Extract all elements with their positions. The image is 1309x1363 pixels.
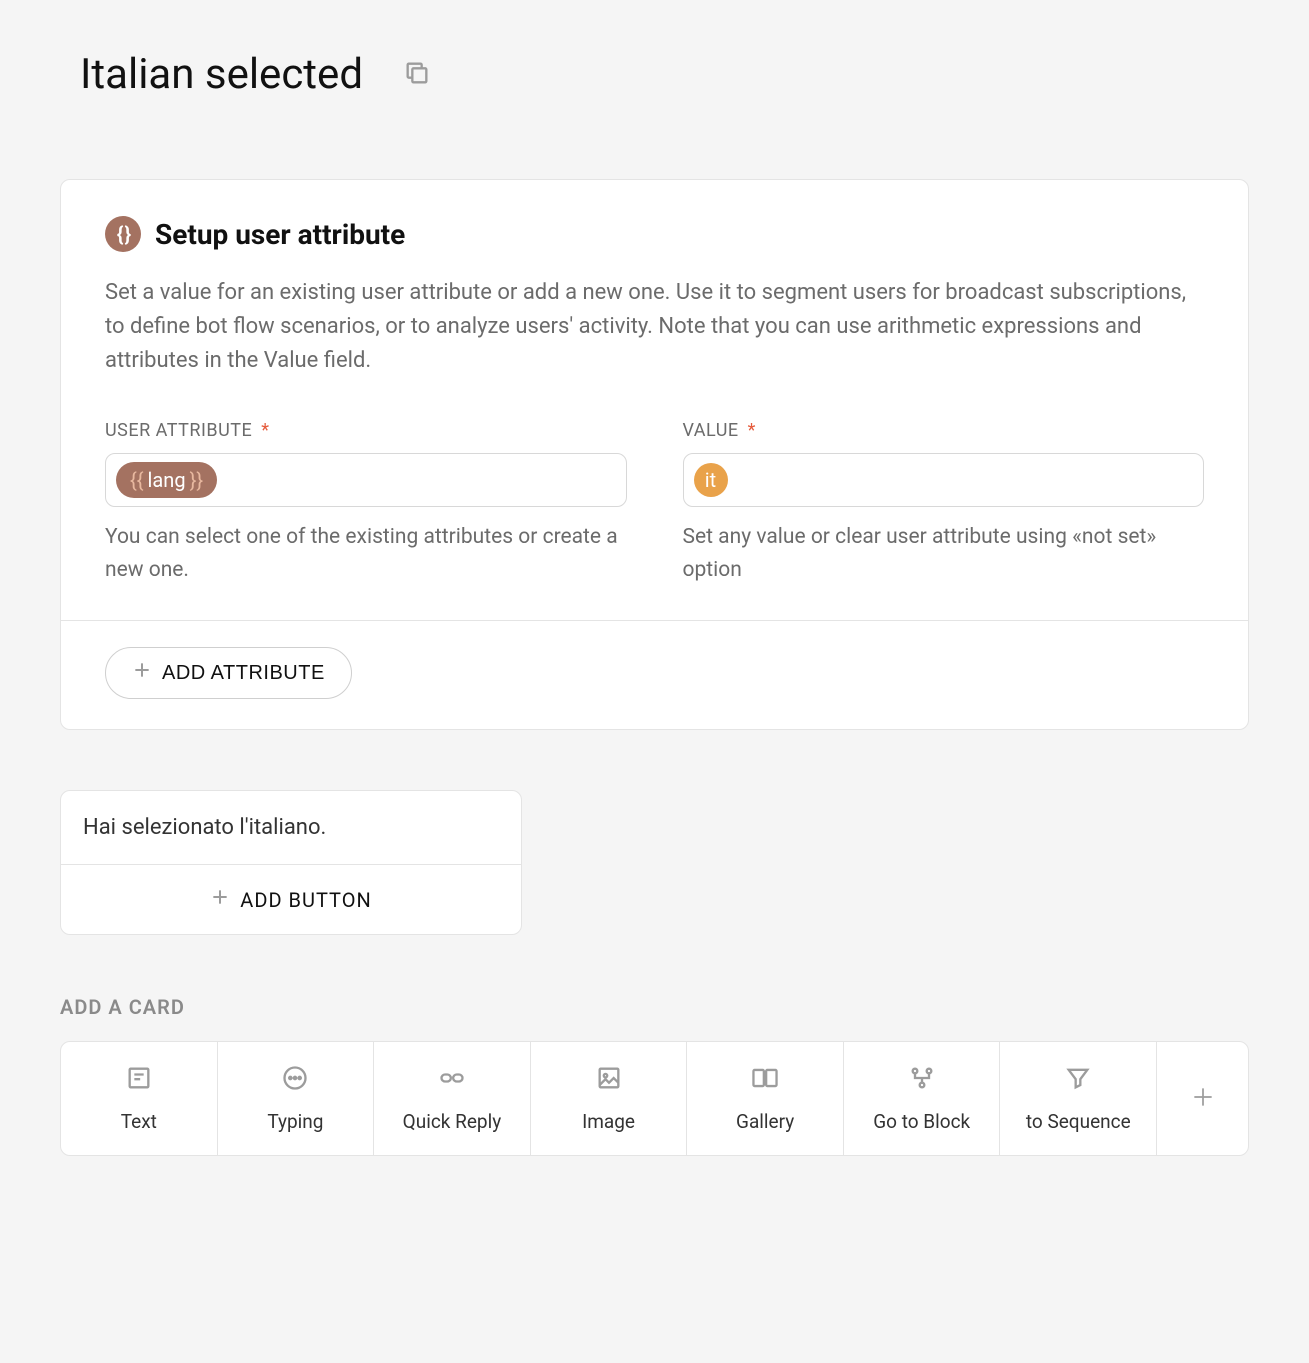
toolbar-item-quick-reply[interactable]: Quick Reply (374, 1042, 531, 1155)
page-title[interactable]: Italian selected (80, 50, 363, 99)
text-icon (125, 1064, 153, 1096)
value-label: VALUE * (683, 420, 1205, 441)
user-attribute-label: USER ATTRIBUTE * (105, 420, 627, 441)
value-help: Set any value or clear user attribute us… (683, 521, 1205, 586)
user-attribute-help: You can select one of the existing attri… (105, 521, 627, 586)
typing-icon (281, 1064, 309, 1096)
plus-icon (132, 660, 152, 686)
message-text[interactable]: Hai selezionato l'italiano. (61, 791, 521, 865)
go-to-block-icon (908, 1064, 936, 1096)
attribute-chip-lang[interactable]: {{ lang }} (116, 462, 217, 498)
toolbar-item-gallery[interactable]: Gallery (687, 1042, 844, 1155)
setup-user-attribute-card: { } Setup user attribute Set a value for… (60, 179, 1249, 730)
add-attribute-label: ADD ATTRIBUTE (162, 662, 325, 685)
gallery-icon (750, 1064, 780, 1096)
message-card: Hai selezionato l'italiano. ADD BUTTON (60, 790, 522, 935)
plus-icon (1190, 1084, 1216, 1114)
value-input[interactable]: it (683, 453, 1205, 507)
plus-icon (210, 887, 230, 912)
copy-icon[interactable] (403, 59, 431, 91)
user-attribute-input[interactable]: {{ lang }} (105, 453, 627, 507)
filter-icon (1064, 1064, 1092, 1096)
add-attribute-button[interactable]: ADD ATTRIBUTE (105, 647, 352, 699)
toolbar-item-text[interactable]: Text (61, 1042, 218, 1155)
add-card-toolbar: Text Typing Quick Reply Image Gallery Go… (60, 1041, 1249, 1156)
toolbar-item-typing[interactable]: Typing (218, 1042, 375, 1155)
add-card-heading: ADD A CARD (60, 995, 1249, 1019)
value-chip-it[interactable]: it (694, 463, 728, 497)
setup-card-title: Setup user attribute (155, 218, 405, 251)
add-button-label: ADD BUTTON (240, 888, 371, 912)
image-icon (595, 1064, 623, 1096)
toolbar-item-more[interactable] (1157, 1042, 1248, 1155)
toolbar-item-go-to-block[interactable]: Go to Block (844, 1042, 1001, 1155)
braces-icon: { } (105, 216, 141, 252)
toolbar-item-to-sequence[interactable]: to Sequence (1000, 1042, 1157, 1155)
quick-reply-icon (438, 1064, 466, 1096)
setup-card-description: Set a value for an existing user attribu… (105, 276, 1204, 378)
add-button-button[interactable]: ADD BUTTON (61, 865, 521, 934)
toolbar-item-image[interactable]: Image (531, 1042, 688, 1155)
